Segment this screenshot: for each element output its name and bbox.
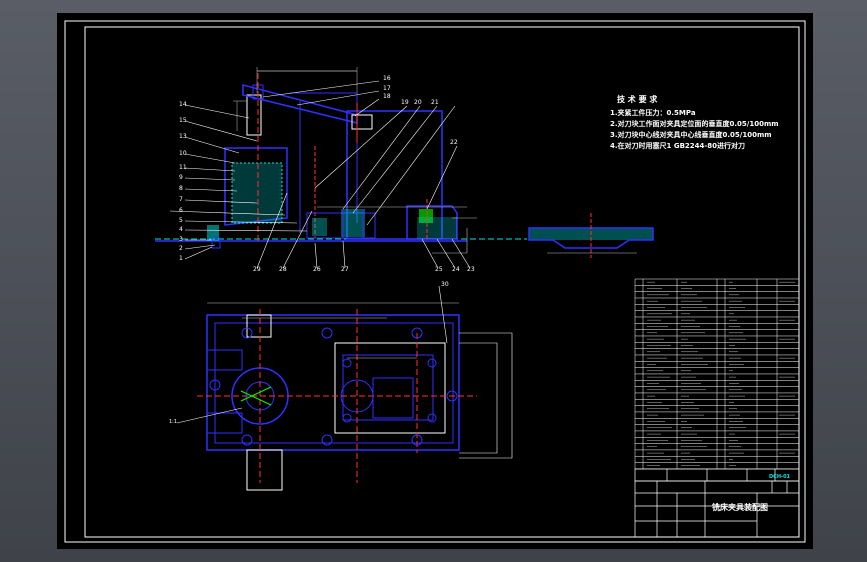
balloon-25: 25 [435, 266, 443, 273]
tech-note-2: 2.对刀块工作面对夹具定位面的垂直度0.05/100mm [610, 120, 779, 128]
balloon-26: 26 [313, 266, 321, 273]
balloon-4: 4 [179, 226, 183, 233]
plan-scale-label: 1:1 [169, 419, 178, 425]
balloon-23: 23 [467, 266, 475, 273]
balloon-20: 20 [414, 99, 422, 106]
balloon-5: 5 [179, 217, 183, 224]
balloon-19: 19 [401, 99, 409, 106]
balloon-1: 1 [179, 255, 183, 262]
section-view [528, 213, 654, 258]
balloon-3: 3 [179, 236, 183, 243]
balloon-24: 24 [452, 266, 460, 273]
balloon-30: 30 [441, 281, 449, 288]
balloon-17: 17 [383, 85, 391, 92]
balloon-7: 7 [179, 196, 183, 203]
balloon-18: 18 [383, 93, 391, 100]
balloon-27: 27 [341, 266, 349, 273]
balloon-6: 6 [179, 207, 183, 214]
parts-list [634, 278, 800, 470]
plan-view [176, 285, 513, 491]
balloon-28: 28 [279, 266, 287, 273]
balloon-22: 22 [450, 139, 458, 146]
cad-viewport: 技 术 要 求 1.夹紧工件压力：0.5MPa 2.对刀块工作面对夹具定位面的垂… [0, 0, 867, 562]
tech-note-4: 4.在对刀时用塞尺1 GB2244-80进行对刀 [610, 142, 746, 150]
balloon-21: 21 [431, 99, 439, 106]
drawing-sheet: 技 术 要 求 1.夹紧工件压力：0.5MPa 2.对刀块工作面对夹具定位面的垂… [57, 13, 813, 549]
front-view [155, 67, 527, 269]
balloon-16: 16 [383, 75, 391, 82]
tech-note-3: 3.对刀块中心线对夹具中心线垂直度0.05/100mm [610, 131, 772, 139]
balloon-11: 11 [179, 164, 187, 171]
balloon-10: 10 [179, 150, 187, 157]
balloon-9: 9 [179, 174, 183, 181]
balloon-29: 29 [253, 266, 261, 273]
drawing-title: 铣床夹具装配图 [712, 503, 768, 512]
sheet-code: DCH-01 [769, 474, 791, 480]
tech-note-1: 1.夹紧工件压力：0.5MPa [610, 109, 696, 117]
drawing-canvas [64, 20, 806, 543]
balloon-2: 2 [179, 245, 183, 252]
balloon-8: 8 [179, 185, 183, 192]
tech-requirements-title: 技 术 要 求 [617, 95, 658, 104]
balloon-15: 15 [179, 117, 187, 124]
balloon-14: 14 [179, 101, 187, 108]
balloon-13: 13 [179, 133, 187, 140]
